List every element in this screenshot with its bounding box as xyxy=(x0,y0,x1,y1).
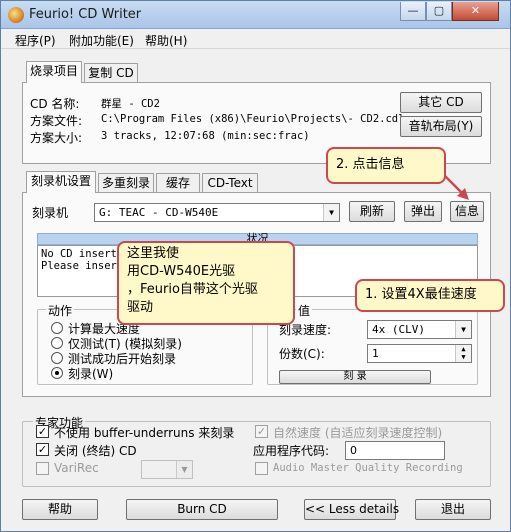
action-radio-test-only[interactable] xyxy=(51,337,63,349)
action-option-label: 刻录(W) xyxy=(68,367,114,381)
writer-label: 刻录机 xyxy=(32,206,69,220)
title-bar: Feurio! CD Writer — ▢ ✕ xyxy=(1,1,510,29)
no-buffer-underruns-label: 不使用 buffer-underruns 来刻录 xyxy=(54,426,235,440)
maximize-button[interactable]: ▢ xyxy=(426,2,452,21)
callout-note-line: ，Feurio自带这个光驱 xyxy=(127,282,258,297)
tab-multi-burn[interactable]: 多重刻录 xyxy=(98,173,154,193)
varirec-checkbox[interactable] xyxy=(36,462,49,475)
audio-master-checkbox[interactable] xyxy=(255,462,268,475)
menu-program[interactable]: 程序(P) xyxy=(15,32,56,49)
chevron-down-icon: ▼ xyxy=(323,204,339,221)
app-code-value: 0 xyxy=(350,444,357,457)
action-radio-burn[interactable] xyxy=(51,367,63,379)
menu-bar: 程序(P) 附加功能(E) 帮助(H) xyxy=(1,29,510,49)
copies-value: 1 xyxy=(372,347,379,360)
partial-burn-button[interactable]: 刻 录 xyxy=(279,370,431,384)
burn-cd-button[interactable]: Burn CD xyxy=(126,499,278,520)
track-layout-button[interactable]: 音轨布局(Y) xyxy=(400,116,482,137)
cd-name-label: CD 名称: xyxy=(30,97,80,111)
app-code-label: 应用程序代码: xyxy=(253,444,330,458)
eject-button[interactable]: 弹出 xyxy=(404,201,442,222)
minimize-button[interactable]: — xyxy=(400,2,426,21)
writer-select[interactable]: G: TEAC - CD-W540E ▼ xyxy=(94,203,340,222)
action-radio-calc-speed[interactable] xyxy=(51,322,63,334)
writer-select-value: G: TEAC - CD-W540E xyxy=(99,206,219,219)
tab-burn-project[interactable]: 烧录项目 xyxy=(26,61,82,83)
project-file-value: C:\Program Files (x86)\Feurio\Projects\-… xyxy=(101,113,405,125)
arrow-icon xyxy=(444,175,469,200)
spin-icon[interactable]: ▲ ▼ xyxy=(455,345,471,362)
tab-cd-text[interactable]: CD-Text xyxy=(202,173,258,193)
tab-writer-settings[interactable]: 刻录机设置 xyxy=(26,171,96,193)
close-button[interactable]: ✕ xyxy=(452,2,499,21)
finalize-checkbox[interactable]: ✓ xyxy=(36,443,49,456)
callout-drive-note: 这里我使 用CD-W540E光驱 ，Feurio自带这个光驱 驱动 xyxy=(117,241,295,325)
other-cd-button[interactable]: 其它 CD xyxy=(400,92,482,113)
help-button[interactable]: 帮助 xyxy=(22,499,98,520)
less-details-button[interactable]: << Less details xyxy=(304,499,399,520)
status-line: No CD inserte xyxy=(41,248,124,260)
action-group-title: 动作 xyxy=(46,302,75,319)
action-radio-test-then-burn[interactable] xyxy=(51,352,63,364)
callout-note-line: 驱动 xyxy=(127,300,154,315)
auto-speed-checkbox[interactable]: ✓ xyxy=(255,425,268,438)
menu-extras[interactable]: 附加功能(E) xyxy=(69,32,134,49)
varirec-label: VariRec xyxy=(54,461,99,475)
feurio-window: Feurio! CD Writer — ▢ ✕ 程序(P) 附加功能(E) 帮助… xyxy=(0,0,511,532)
copies-label: 份数(C): xyxy=(279,347,325,361)
finalize-label: 关闭 (终结) CD xyxy=(54,444,137,458)
callout-note-line: 用CD-W540E光驱 xyxy=(127,264,236,279)
no-buffer-underruns-checkbox[interactable]: ✓ xyxy=(36,425,49,438)
info-button[interactable]: 信息 xyxy=(450,201,484,222)
settings-group: 值 刻录速度: 4x (CLV) ▼ 份数(C): 1 ▲ ▼ 刻 录 xyxy=(267,302,478,385)
cd-name-value: 群星 - CD2 xyxy=(101,98,160,110)
auto-speed-label: 自然速度 (自适应刻录速度控制) xyxy=(273,426,443,440)
settings-group-title: 值 xyxy=(296,302,313,319)
exit-button[interactable]: 退出 xyxy=(415,499,491,520)
window-title: Feurio! CD Writer xyxy=(29,7,142,22)
menu-help[interactable]: 帮助(H) xyxy=(145,32,187,49)
app-code-input[interactable]: 0 xyxy=(345,441,445,460)
feurio-app-icon xyxy=(8,7,24,23)
audio-master-label: Audio Master Quality Recording xyxy=(273,462,463,474)
project-size-label: 方案大小: xyxy=(30,131,83,145)
tab-cache[interactable]: 缓存 xyxy=(156,173,200,193)
callout-click-info: 2. 点击信息 xyxy=(326,147,446,184)
varirec-select[interactable]: ▼ xyxy=(141,460,193,479)
project-file-label: 方案文件: xyxy=(30,114,83,128)
callout-set-speed: 1. 设置4X最佳速度 xyxy=(355,279,505,312)
copies-stepper[interactable]: 1 ▲ ▼ xyxy=(367,344,472,363)
callout-note-line: 这里我使 xyxy=(127,246,180,261)
expert-group: 专家功能 ✓ 不使用 buffer-underruns 来刻录 ✓ 关闭 (终结… xyxy=(22,414,491,487)
speed-select-value: 4x (CLV) xyxy=(372,323,425,336)
project-size-value: 3 tracks, 12:07:68 (min:sec:frac) xyxy=(101,130,310,142)
speed-select[interactable]: 4x (CLV) ▼ xyxy=(367,320,472,339)
status-line: Please insert xyxy=(41,260,124,272)
refresh-button[interactable]: 刷新 xyxy=(349,201,395,222)
chevron-down-icon: ▼ xyxy=(176,461,192,478)
chevron-down-icon: ▼ xyxy=(455,321,471,338)
tab-copy-cd[interactable]: 复制 CD xyxy=(84,63,138,83)
